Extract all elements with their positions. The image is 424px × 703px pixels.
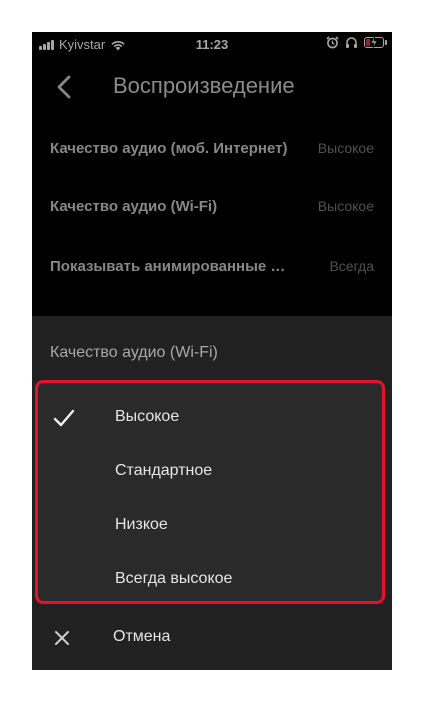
option-label: Высокое [115, 408, 180, 425]
option-high[interactable]: Высокое [38, 398, 382, 438]
option-label: Всегда высокое [115, 570, 233, 587]
cancel-label: Отмена [113, 628, 171, 645]
sheet-title: Качество аудио (Wi-Fi) [50, 344, 218, 361]
option-standard[interactable]: Стандартное [38, 452, 382, 492]
option-label: Низкое [115, 516, 168, 533]
close-icon [55, 631, 69, 645]
option-low[interactable]: Низкое [38, 506, 382, 546]
option-always-high[interactable]: Всегда высокое [38, 560, 382, 600]
checkmark-icon [53, 409, 75, 427]
option-label: Стандартное [115, 462, 213, 479]
options-list: Высокое Стандартное Низкое Всегда высоко… [35, 380, 385, 604]
phone-screen: Kyivstar 11:23 Воспроизведение Качество … [32, 32, 392, 670]
cancel-button[interactable]: Отмена [32, 616, 392, 656]
